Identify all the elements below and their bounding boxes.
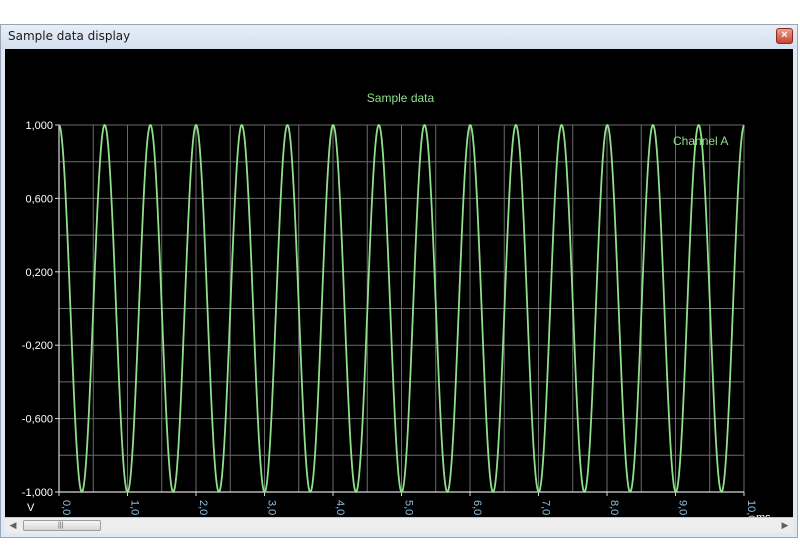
window-title: Sample data display [8,29,131,43]
horizontal-scrollbar[interactable]: ◀ ||| ▶ [5,517,793,533]
sample-data-chart: 1,000 0,600 0,200 -0,200 -0,600 -1,000 0,0 1,0 2… [22,91,771,517]
legend-entry: Channel A [673,134,728,148]
y-tick-label: -0,200 [22,340,53,352]
y-axis-label: V [27,502,35,514]
x-tick-label: 2,0 [197,500,209,515]
x-tick-label: 3,0 [266,500,278,515]
title-bar[interactable]: Sample data display × [1,25,797,49]
x-tick-label: 8,0 [608,500,620,515]
y-tick-label: 0,600 [25,193,53,205]
close-icon: × [781,29,788,41]
y-tick-label: -1,000 [22,487,53,499]
x-tick-label: 5,0 [403,500,415,515]
x-tick-label: 0,0 [60,500,72,515]
x-tick-label: 4,0 [334,500,346,515]
chart-title: Sample data [367,91,435,105]
y-tick-label: 0,200 [25,267,53,279]
sample-data-window: Sample data display × 1,000 0,600 0,200 -0,… [0,24,798,538]
x-tick-label: 7,0 [540,500,552,515]
y-tick-label: 1,000 [25,120,53,132]
x-tick-label: 1,0 [129,500,141,515]
grip-icon: ||| [58,522,64,529]
close-button[interactable]: × [776,28,793,44]
plot-area: 1,000 0,600 0,200 -0,200 -0,600 -1,000 0,0 1,0 2… [5,49,793,517]
scroll-right-arrow-icon[interactable]: ▶ [777,518,793,533]
y-tick-label: -0,600 [22,414,53,426]
x-tick-label: 6,0 [471,500,483,515]
scroll-thumb[interactable]: ||| [23,520,101,531]
scroll-left-arrow-icon[interactable]: ◀ [5,518,21,533]
x-tick-label: 9,0 [677,500,689,515]
